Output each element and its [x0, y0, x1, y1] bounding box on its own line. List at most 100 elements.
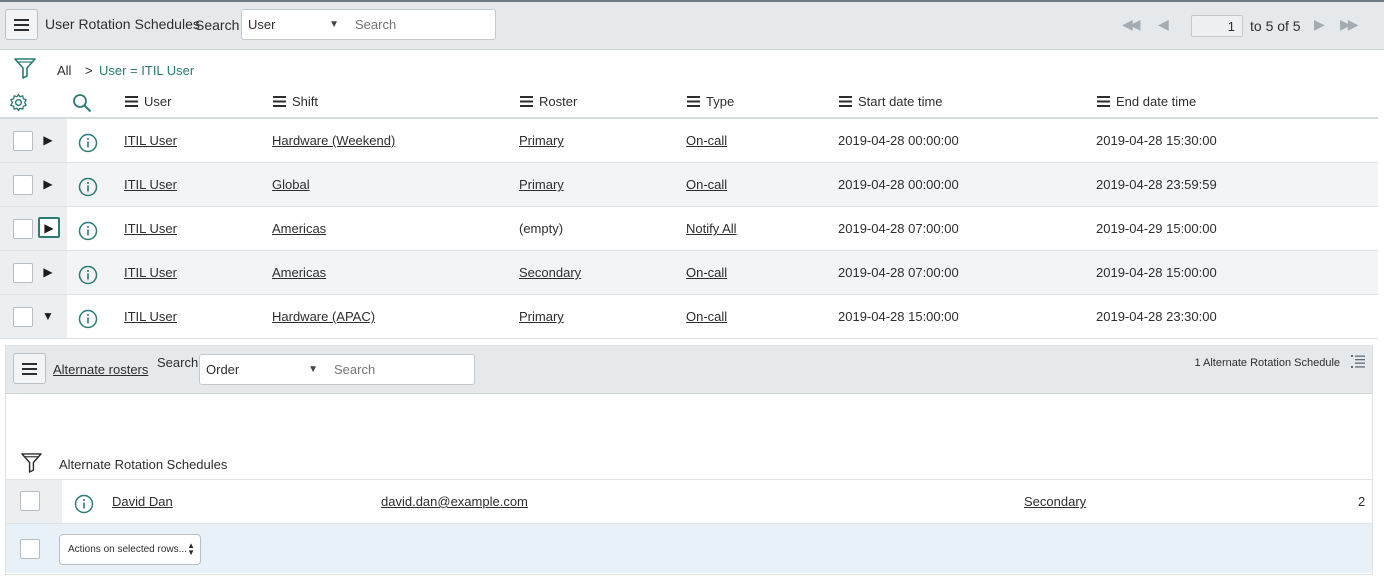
search-input[interactable] [346, 9, 496, 40]
column-header-roster[interactable]: Roster [520, 94, 577, 109]
cell-user[interactable]: ITIL User [124, 177, 177, 192]
cell-start-date-time: 2019-04-28 15:00:00 [838, 309, 959, 324]
row-checkbox[interactable] [13, 219, 33, 239]
cell-roster[interactable]: Secondary [1024, 494, 1086, 509]
cell-end-date-time: 2019-04-28 23:59:59 [1096, 177, 1217, 192]
row-select-cell: ▼ [0, 295, 67, 338]
list-view-icon[interactable] [1351, 355, 1365, 368]
table-row[interactable]: David Dan david.dan@example.com Secondar… [6, 480, 1372, 524]
cell-roster[interactable]: Secondary [519, 265, 581, 280]
cell-shift[interactable]: Americas [272, 221, 326, 236]
row-checkbox[interactable] [13, 131, 33, 151]
column-menu-icon [1097, 96, 1110, 107]
expand-row-icon[interactable]: ▶ [38, 217, 60, 238]
table-row[interactable]: ▼ ITIL User Hardware (APAC) Primary On-c… [0, 295, 1378, 339]
row-select-cell: ▶ [0, 207, 67, 250]
breadcrumb-all[interactable]: All [57, 63, 71, 78]
row-checkbox[interactable] [13, 175, 33, 195]
cell-user[interactable]: ITIL User [124, 133, 177, 148]
dropdown-caret-icon: ▼ [308, 364, 318, 375]
cell-type[interactable]: On-call [686, 133, 727, 148]
related-list-menu-button[interactable] [13, 353, 46, 384]
row-checkbox[interactable] [20, 491, 40, 511]
cell-user[interactable]: ITIL User [124, 265, 177, 280]
cell-shift[interactable]: Americas [272, 265, 326, 280]
expand-row-icon[interactable]: ▶ [38, 262, 58, 282]
dropdown-caret-icon: ▼ [329, 19, 339, 30]
related-search-input[interactable] [325, 354, 475, 385]
search-field-select[interactable]: User ▼ [241, 9, 347, 40]
cell-user[interactable]: ITIL User [124, 221, 177, 236]
cell-roster[interactable]: Primary [519, 133, 564, 148]
column-header-shift[interactable]: Shift [273, 94, 318, 109]
select-all-checkbox[interactable] [20, 539, 40, 559]
cell-roster[interactable]: Primary [519, 177, 564, 192]
gear-icon[interactable] [9, 93, 28, 112]
breadcrumb-condition[interactable]: User = ITIL User [99, 63, 194, 78]
row-select-cell: ▶ [0, 119, 67, 162]
cell-type[interactable]: On-call [686, 265, 727, 280]
cell-roster[interactable]: Primary [519, 309, 564, 324]
cell-order: 2 [1358, 494, 1366, 509]
filter-icon[interactable] [21, 452, 42, 473]
related-search-field-select[interactable]: Order ▼ [199, 354, 326, 385]
row-checkbox[interactable] [13, 307, 33, 327]
search-icon[interactable] [72, 93, 92, 113]
first-page-icon[interactable]: ◀◀ [1122, 16, 1140, 33]
next-page-icon[interactable]: ▶ [1314, 16, 1325, 33]
row-checkbox[interactable] [13, 263, 33, 283]
cell-user[interactable]: ITIL User [124, 309, 177, 324]
row-select-cell: ▶ [0, 163, 67, 206]
column-header-type[interactable]: Type [687, 94, 734, 109]
column-label: Roster [539, 94, 578, 109]
hamburger-icon [22, 362, 37, 375]
page-number-input[interactable]: 1 [1191, 15, 1243, 37]
actions-select[interactable]: Actions on selected rows... ▲ ▼ [59, 534, 201, 565]
breadcrumb-separator: > [85, 63, 93, 78]
cell-type[interactable]: Notify All [686, 221, 737, 236]
info-icon[interactable] [78, 221, 98, 241]
cell-type[interactable]: On-call [686, 177, 727, 192]
related-actions-bar: Actions on selected rows... ▲ ▼ [6, 524, 1372, 573]
expand-row-icon[interactable]: ▶ [38, 174, 58, 194]
cell-shift[interactable]: Hardware (APAC) [272, 309, 375, 324]
cell-shift[interactable]: Global [272, 177, 310, 192]
table-row[interactable]: ▶ ITIL User Hardware (Weekend) Primary O… [0, 119, 1378, 163]
info-icon[interactable] [78, 265, 98, 285]
info-icon[interactable] [74, 494, 94, 514]
column-menu-icon [520, 96, 533, 107]
search-label: Search [195, 17, 240, 33]
info-icon[interactable] [78, 177, 98, 197]
expand-row-icon[interactable]: ▶ [38, 130, 58, 150]
cell-end-date-time: 2019-04-28 15:00:00 [1096, 265, 1217, 280]
cell-shift[interactable]: Hardware (Weekend) [272, 133, 395, 148]
column-label: End date time [1116, 94, 1197, 109]
info-icon[interactable] [78, 309, 98, 329]
column-label: Start date time [858, 94, 943, 109]
page-total-text: to 5 of 5 [1250, 18, 1301, 34]
column-header-user[interactable]: User [125, 94, 171, 109]
related-search-field-value: Order [206, 362, 240, 377]
table-row[interactable]: ▶ ITIL User Global Primary On-call 2019-… [0, 163, 1378, 207]
column-header-end-date-time[interactable]: End date time [1097, 94, 1196, 109]
related-search-label: Search [157, 355, 199, 370]
collapse-row-icon[interactable]: ▼ [38, 306, 58, 326]
search-field-value: User [248, 17, 276, 32]
breadcrumb: All > User = ITIL User [0, 50, 1384, 86]
cell-end-date-time: 2019-04-28 15:30:00 [1096, 133, 1217, 148]
list-menu-button[interactable] [5, 9, 38, 40]
previous-page-icon[interactable]: ◀ [1158, 16, 1169, 33]
table-row[interactable]: ▶ ITIL User Americas Secondary On-call 2… [0, 251, 1378, 295]
cell-user-name[interactable]: David Dan [112, 494, 173, 509]
filter-icon[interactable] [14, 57, 36, 79]
column-header-start-date-time[interactable]: Start date time [839, 94, 943, 109]
cell-type[interactable]: On-call [686, 309, 727, 324]
table-row[interactable]: ▶ ITIL User Americas (empty) Notify All … [0, 207, 1378, 251]
info-icon[interactable] [78, 133, 98, 153]
related-list-title[interactable]: Alternate rosters [53, 362, 148, 377]
list-toolbar: User Rotation Schedules Search User ▼ ◀◀… [0, 0, 1384, 50]
cell-start-date-time: 2019-04-28 07:00:00 [838, 265, 959, 280]
related-list-toolbar: Alternate rosters Search Order ▼ 1 Alter… [6, 346, 1372, 394]
last-page-icon[interactable]: ▶▶ [1340, 16, 1358, 33]
cell-email[interactable]: david.dan@example.com [381, 494, 528, 509]
